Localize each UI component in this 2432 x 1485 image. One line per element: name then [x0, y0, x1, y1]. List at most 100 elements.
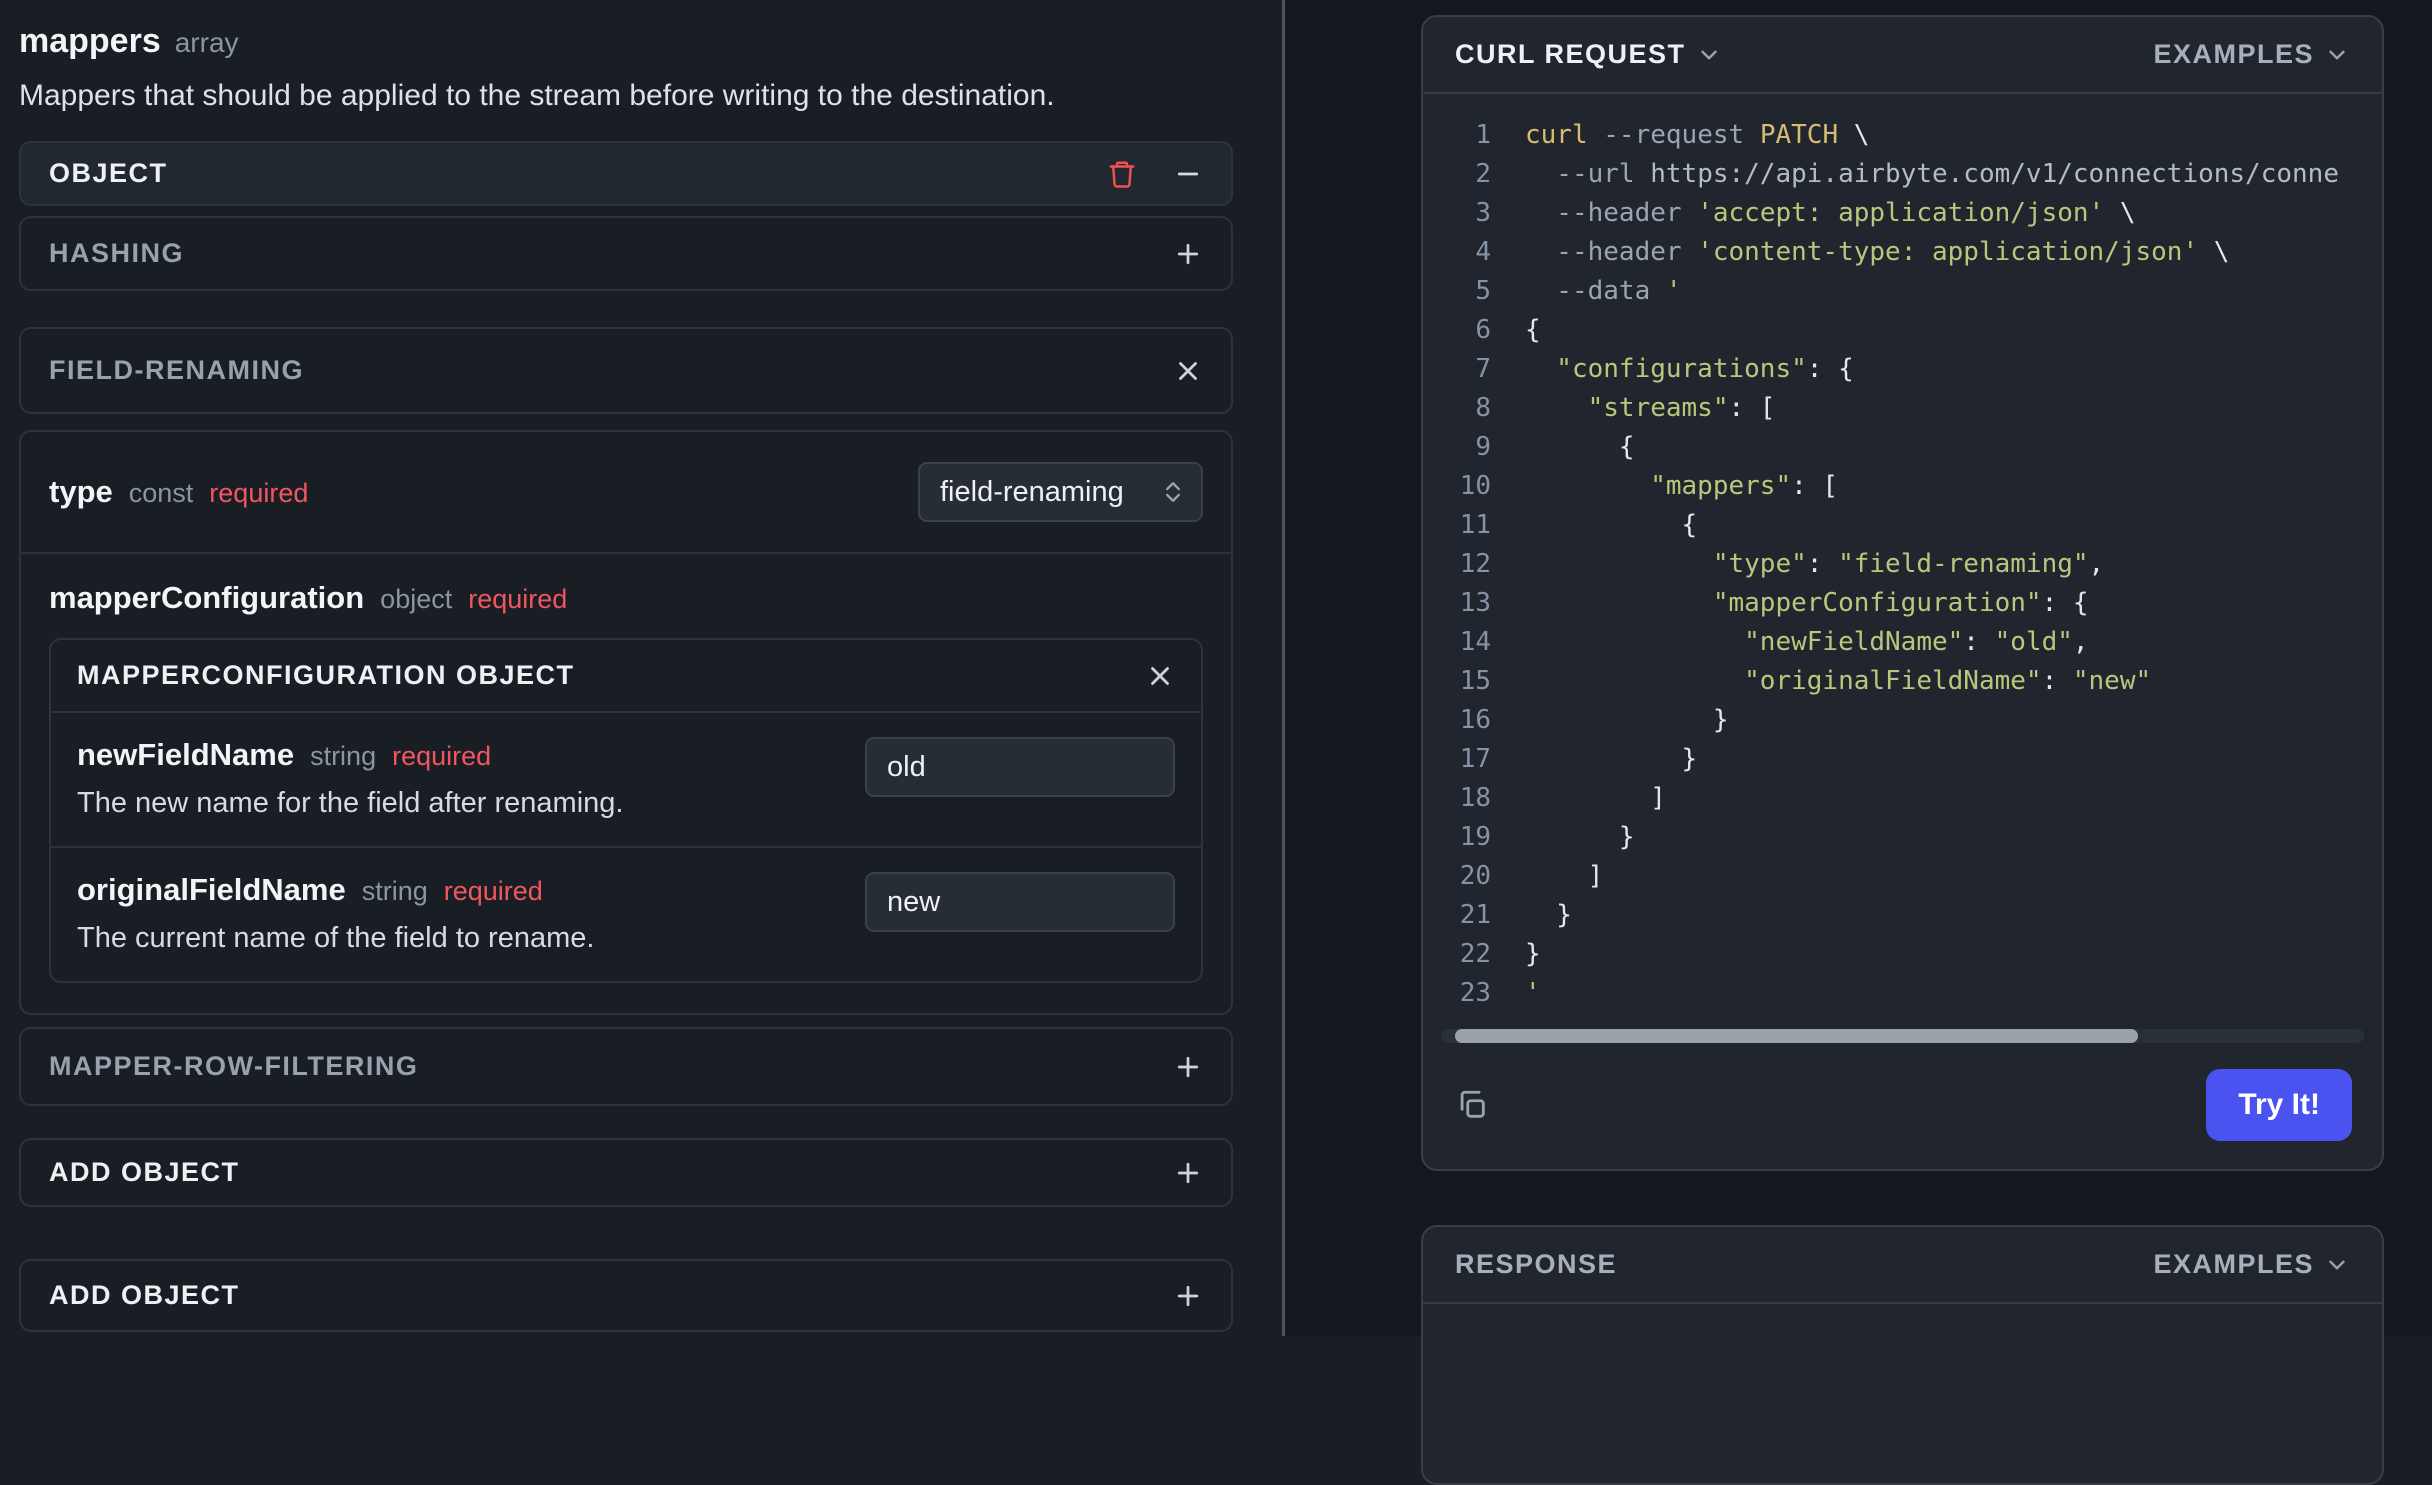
trash-icon — [1109, 161, 1135, 188]
collapse-object-button[interactable] — [1173, 159, 1203, 189]
mapper-configuration-labels: mapperConfiguration object required — [21, 554, 1231, 616]
code-line-content: } — [1525, 822, 1635, 852]
curl-request-panel: CURL REQUEST EXAMPLES 1 curl --request PA… — [1421, 15, 2384, 1171]
close-field-renaming-button[interactable] — [1173, 356, 1203, 386]
add-object-outer-label: ADD OBJECT — [49, 1280, 240, 1310]
field-title-row: mappers array — [19, 22, 1233, 61]
object-section-header: OBJECT — [19, 141, 1233, 206]
line-number: 6 — [1475, 315, 1491, 345]
line-number: 1 — [1475, 120, 1491, 150]
code-line-content: curl --request PATCH \ — [1525, 120, 1870, 150]
copy-code-button[interactable] — [1455, 1088, 1489, 1122]
scrollbar-thumb[interactable] — [1454, 1029, 2138, 1043]
chevron-down-icon — [2329, 1260, 2345, 1269]
code-line-content: --header 'accept: application/json' \ — [1525, 198, 2136, 228]
line-number: 8 — [1475, 393, 1491, 423]
response-header: RESPONSE EXAMPLES — [1423, 1227, 2382, 1304]
originalfieldname-description: The current name of the field to rename. — [77, 922, 595, 954]
code-line-content: "newFieldName": "old", — [1525, 627, 2089, 657]
newfieldname-required: required — [392, 741, 492, 771]
code-line-content: ] — [1525, 861, 1604, 891]
code-line: 4 --header 'content-type: application/js… — [1423, 233, 2374, 272]
code-line: 13 "mapperConfiguration": { — [1423, 584, 2374, 623]
plus-icon — [1177, 1162, 1199, 1183]
curl-request-title: CURL REQUEST — [1455, 39, 1686, 69]
originalfieldname-labels: originalFieldName string required The cu… — [77, 872, 594, 955]
close-icon — [1179, 361, 1197, 380]
code-block: 1 curl --request PATCH \ 2 --url https://a… — [1423, 94, 2382, 1013]
line-number: 2 — [1475, 159, 1491, 189]
code-line: 10 "mappers": [ — [1423, 467, 2374, 506]
line-number: 11 — [1459, 510, 1491, 540]
type-select[interactable]: field-renaming — [918, 462, 1203, 522]
delete-object-button[interactable] — [1107, 159, 1137, 189]
copy-icon — [1460, 1090, 1485, 1118]
line-number: 13 — [1459, 588, 1491, 618]
line-number: 5 — [1475, 276, 1491, 306]
code-line: 17 } — [1423, 740, 2374, 779]
response-examples-dropdown[interactable]: EXAMPLES — [2153, 1249, 2350, 1280]
response-panel: RESPONSE EXAMPLES — [1421, 1225, 2384, 1485]
close-mapperconfiguration-button[interactable] — [1145, 661, 1175, 691]
type-field-labels: type const required — [49, 474, 308, 510]
code-line: 18 ] — [1423, 779, 2374, 818]
line-number: 14 — [1459, 627, 1491, 657]
newfieldname-row: newFieldName string required The new nam… — [51, 713, 1201, 846]
object-label: OBJECT — [49, 158, 168, 188]
close-icon — [1151, 666, 1169, 685]
originalfieldname-required: required — [443, 876, 543, 906]
field-type-label: array — [174, 27, 239, 58]
line-number: 16 — [1459, 705, 1491, 735]
add-object-inner-plus[interactable] — [1173, 1158, 1203, 1188]
code-line-content: --header 'content-type: application/json… — [1525, 237, 2230, 267]
code-line: 8 "streams": [ — [1423, 389, 2374, 428]
code-line-content: ' — [1525, 978, 1541, 1008]
add-object-button-outer[interactable]: ADD OBJECT — [19, 1259, 1233, 1332]
try-it-button[interactable]: Try It! — [2206, 1069, 2352, 1141]
code-line: 14 "newFieldName": "old", — [1423, 623, 2374, 662]
curl-request-header: CURL REQUEST EXAMPLES — [1423, 17, 2382, 94]
originalfieldname-meta: string — [361, 876, 428, 906]
chevron-up-down-icon — [1166, 482, 1180, 502]
request-examples-dropdown[interactable]: EXAMPLES — [2153, 39, 2350, 70]
plus-icon — [1177, 1285, 1199, 1306]
line-number: 4 — [1475, 237, 1491, 267]
field-description: Mappers that should be applied to the st… — [19, 79, 1055, 112]
code-line: 22} — [1423, 935, 2374, 974]
add-object-outer-plus[interactable] — [1173, 1281, 1203, 1311]
mapper-row-filtering-row[interactable]: MAPPER-ROW-FILTERING — [19, 1027, 1233, 1106]
newfieldname-labels: newFieldName string required The new nam… — [77, 737, 623, 820]
request-examples-label: EXAMPLES — [2153, 39, 2314, 69]
code-line-content: --url https://api.airbyte.com/v1/connect… — [1525, 159, 2339, 189]
column-divider — [1282, 0, 1285, 1336]
expand-mapper-row-filtering-button[interactable] — [1173, 1052, 1203, 1082]
curl-panel-footer: Try It! — [1423, 1043, 2382, 1169]
code-line-content: { — [1525, 432, 1635, 462]
curl-request-dropdown[interactable]: CURL REQUEST — [1455, 39, 1722, 70]
mapper-configuration-required: required — [468, 584, 568, 614]
chevron-down-icon — [2329, 50, 2345, 59]
minus-icon — [1177, 172, 1199, 175]
hashing-section-row[interactable]: HASHING — [19, 216, 1233, 291]
code-line: 16 } — [1423, 701, 2374, 740]
newfieldname-input[interactable] — [865, 737, 1175, 797]
code-line-content: } — [1525, 744, 1698, 774]
code-line: 2 --url https://api.airbyte.com/v1/conne… — [1423, 155, 2374, 194]
horizontal-scrollbar[interactable] — [1441, 1029, 2364, 1043]
mapperconfiguration-object-header: MAPPERCONFIGURATION OBJECT — [51, 640, 1201, 713]
code-line: 3 --header 'accept: application/json' \ — [1423, 194, 2374, 233]
originalfieldname-row: originalFieldName string required The cu… — [51, 848, 1201, 981]
code-line: 21 } — [1423, 896, 2374, 935]
code-line-content: "streams": [ — [1525, 393, 1776, 423]
add-object-button-inner[interactable]: ADD OBJECT — [19, 1138, 1233, 1207]
field-renaming-section-header[interactable]: FIELD-RENAMING — [19, 327, 1233, 414]
code-line: 7 "configurations": { — [1423, 350, 2374, 389]
code-line-content: } — [1525, 900, 1572, 930]
newfieldname-meta: string — [310, 741, 377, 771]
line-number: 10 — [1459, 471, 1491, 501]
type-field-row: type const required field-renaming — [21, 432, 1231, 554]
originalfieldname-input[interactable] — [865, 872, 1175, 932]
expand-hashing-button[interactable] — [1173, 239, 1203, 269]
field-renaming-body: type const required field-renaming mappe… — [19, 430, 1233, 1015]
code-line: 11 { — [1423, 506, 2374, 545]
